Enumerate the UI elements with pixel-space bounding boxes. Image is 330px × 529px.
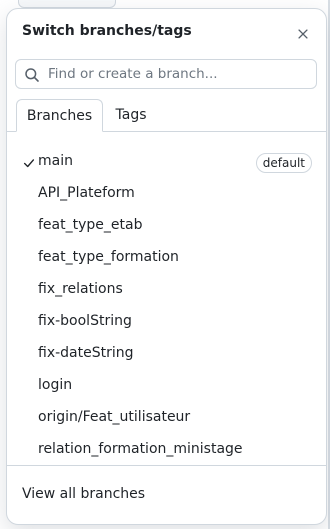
branch-search-field[interactable] bbox=[15, 59, 317, 89]
branch-name: fix-dateString bbox=[38, 345, 134, 361]
tab-branches[interactable]: Branches bbox=[16, 99, 103, 132]
background-button bbox=[18, 0, 116, 8]
branch-name: feat_type_etab bbox=[38, 217, 143, 233]
branch-name: origin/Feat_utilisateur bbox=[38, 409, 191, 425]
branch-name: feat_type_formation bbox=[38, 249, 179, 265]
view-all-branches-link[interactable]: View all branches bbox=[22, 486, 145, 502]
branch-item[interactable]: fix-dateString bbox=[7, 339, 326, 371]
branch-name: main bbox=[38, 153, 73, 169]
dialog-header: Switch branches/tags bbox=[7, 9, 326, 59]
close-icon bbox=[298, 29, 308, 39]
tab-tags[interactable]: Tags bbox=[107, 99, 155, 131]
branch-item[interactable]: feat_type_etab bbox=[7, 211, 326, 243]
default-badge: default bbox=[255, 153, 312, 173]
branch-name: fix_relations bbox=[38, 281, 123, 297]
branch-name: login bbox=[38, 377, 73, 393]
close-button[interactable] bbox=[292, 23, 314, 45]
branch-item[interactable]: origin/Feat_utilisateur bbox=[7, 403, 326, 435]
branch-item[interactable]: API_Plateform bbox=[7, 179, 326, 211]
branch-item[interactable]: main default bbox=[7, 147, 326, 179]
branch-name: fix-boolString bbox=[38, 313, 132, 329]
branch-item[interactable]: fix_relations bbox=[7, 275, 326, 307]
dialog-footer: View all branches bbox=[7, 465, 326, 524]
branch-switcher-dialog: Switch branches/tags Branches Tags main d… bbox=[6, 8, 327, 525]
branch-item[interactable]: feat_type_formation bbox=[7, 243, 326, 275]
search-input[interactable] bbox=[48, 60, 308, 88]
branch-item[interactable]: fix-boolString bbox=[7, 307, 326, 339]
check-icon bbox=[23, 159, 35, 168]
branch-item[interactable]: login bbox=[7, 371, 326, 403]
branch-name: API_Plateform bbox=[38, 185, 135, 201]
branch-tag-tabs: Branches Tags bbox=[7, 99, 326, 132]
branch-item[interactable]: relation_formation_ministage bbox=[7, 435, 326, 467]
dialog-title: Switch branches/tags bbox=[22, 23, 192, 39]
branch-name: relation_formation_ministage bbox=[38, 441, 243, 457]
search-icon bbox=[25, 68, 39, 82]
